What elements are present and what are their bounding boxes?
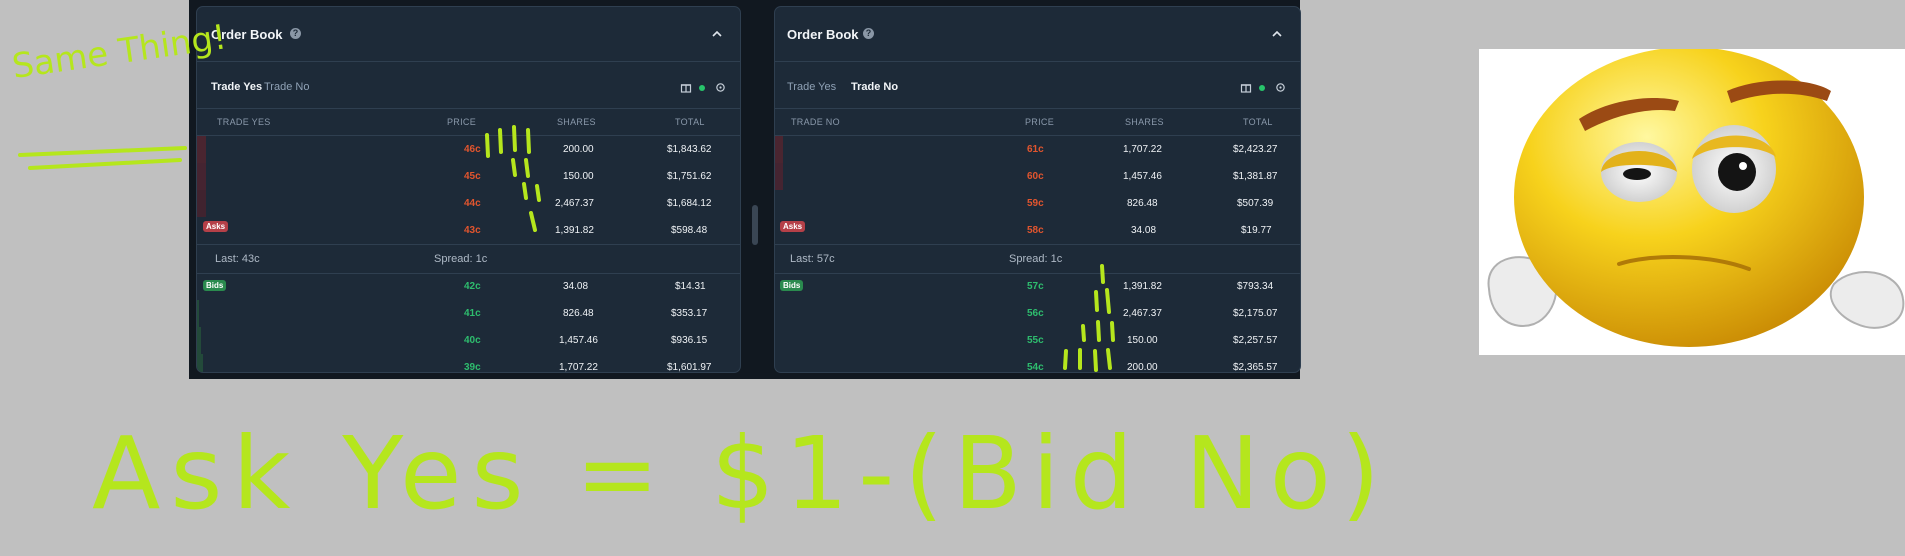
annotation-formula: Ask Yes = $1-(Bid No) [92,415,1390,532]
handwritten-annotations: Same Thing! Ask Yes = $1-(Bid No) [10,17,1390,532]
annotation-same-thing: Same Thing! [10,17,229,87]
